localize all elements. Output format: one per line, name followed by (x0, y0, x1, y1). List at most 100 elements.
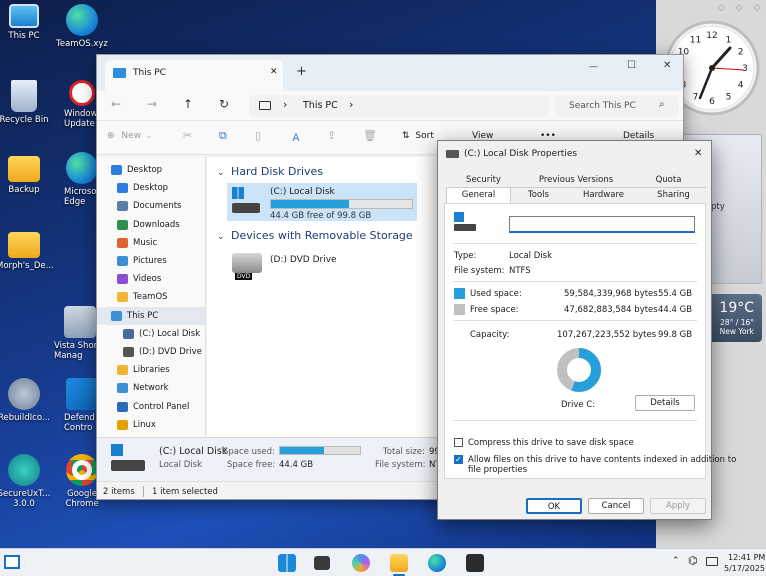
desktop-icon-backup[interactable]: Backup (0, 156, 52, 195)
nav-item[interactable]: Documents (97, 197, 205, 215)
tab-security[interactable]: Security (446, 173, 521, 187)
nav-item[interactable]: Downloads (97, 216, 205, 234)
nav-item[interactable]: TeamOS (97, 288, 205, 306)
nav-item-label: Linux (133, 419, 156, 430)
delete-icon[interactable]: 🗑 (363, 129, 377, 142)
dialog-close-button[interactable]: ✕ (694, 148, 702, 159)
nav-item[interactable]: (D:) DVD Drive (97, 343, 205, 361)
monitor-icon (9, 4, 39, 28)
desktop-icon-teamos[interactable]: TeamOS.xyz (54, 4, 110, 49)
desktop-icon-rebuildicons[interactable]: RebuildIco... (0, 378, 52, 423)
cut-icon[interactable]: ✂ (183, 129, 192, 142)
tab-sharing[interactable]: Sharing (641, 188, 706, 202)
new-tab-button[interactable]: + (296, 64, 307, 79)
tool-icon (8, 378, 40, 410)
desktop-icon-morphs[interactable]: Morph's_De... (0, 232, 54, 271)
sort-button[interactable]: ⇅ Sort (402, 131, 434, 141)
tab-tools[interactable]: Tools (511, 188, 566, 202)
network-icon[interactable]: ⌬ (688, 554, 698, 567)
close-tab-icon[interactable]: ✕ (270, 67, 278, 77)
paste-icon[interactable]: ▯ (255, 129, 261, 142)
close-window-button[interactable]: ✕ (663, 60, 671, 71)
apply-button[interactable]: Apply (650, 498, 706, 514)
clock-date[interactable]: 5/17/2025 (724, 564, 765, 573)
clock-number: 1 (726, 35, 732, 45)
drive-d-item[interactable]: DVD (D:) DVD Drive (227, 249, 417, 285)
nav-item[interactable]: Network (97, 379, 205, 397)
edge-taskbar-icon[interactable] (428, 554, 446, 572)
tab-previous-versions[interactable]: Previous Versions (521, 173, 631, 187)
nav-item[interactable]: Control Panel (97, 398, 205, 416)
drive-c-item[interactable]: (C:) Local Disk 44.4 GB free of 99.8 GB (227, 183, 417, 221)
nav-item[interactable]: Desktop (97, 179, 205, 197)
nav-item[interactable]: Linux (97, 416, 205, 434)
tab-this-pc[interactable]: This PC ✕ (105, 60, 283, 91)
rename-icon[interactable]: Ａ (291, 129, 301, 144)
group-header-removable-storage[interactable]: ⌄ Devices with Removable Storage (217, 229, 413, 242)
back-arrow-icon[interactable]: ← (111, 97, 121, 111)
tab-hardware[interactable]: Hardware (566, 188, 641, 202)
type-value: Local Disk (509, 251, 552, 261)
clock-time[interactable]: 12:41 PM (728, 553, 765, 562)
breadcrumb[interactable]: › This PC › (249, 95, 549, 117)
start-icon[interactable] (278, 554, 296, 572)
clock-number: 7 (693, 93, 699, 103)
details-drive-name: (C:) Local Disk (159, 446, 228, 457)
show-desktop-icon[interactable] (4, 555, 20, 569)
volume-name-input[interactable] (509, 216, 695, 233)
up-arrow-icon[interactable]: ↑ (183, 97, 193, 111)
monitor-icon (113, 68, 126, 78)
weather-city: New York (719, 327, 754, 336)
nav-item[interactable]: This PC (97, 306, 205, 325)
desktop-icon-recycle-bin[interactable]: Recycle Bin (0, 80, 52, 125)
chevron-down-icon: ⌄ (145, 132, 152, 140)
monitor-tray-icon[interactable] (706, 557, 718, 566)
nav-item-icon (111, 165, 122, 175)
nav-item[interactable]: Libraries (97, 361, 205, 379)
store-taskbar-icon[interactable] (466, 554, 484, 572)
nav-item[interactable]: Desktop (97, 161, 205, 179)
file-explorer-taskbar-icon[interactable] (390, 554, 408, 572)
desktop-icon-secureux[interactable]: SecureUxT... 3.0.0 (0, 454, 52, 509)
copy-icon[interactable]: ⧉ (219, 129, 227, 143)
refresh-icon[interactable]: ↻ (219, 97, 229, 111)
group-header-hard-disk-drives[interactable]: ⌄ Hard Disk Drives (217, 165, 323, 178)
nav-item[interactable]: Videos (97, 270, 205, 288)
nav-item[interactable]: Music (97, 234, 205, 252)
copilot-icon[interactable] (352, 554, 370, 572)
chevron-up-icon[interactable]: ⌃ (672, 556, 680, 566)
cancel-button[interactable]: Cancel (588, 498, 644, 514)
index-checkbox[interactable]: ✓ (454, 455, 463, 464)
breadcrumb-this-pc[interactable]: This PC (303, 100, 338, 111)
ok-button[interactable]: OK (526, 498, 582, 514)
search-input[interactable]: Search This PC ⌕ (555, 95, 679, 117)
nav-item-label: Network (133, 383, 169, 394)
nav-item-label: Desktop (127, 165, 163, 175)
nav-item[interactable]: Pictures (97, 252, 205, 270)
capacity-bytes: 107,267,223,552 bytes (557, 330, 657, 340)
nav-item-label: (C:) Local Disk (139, 328, 201, 339)
nav-item[interactable]: (C:) Local Disk (97, 325, 205, 343)
address-bar-row: ← → ↑ ↻ › This PC › Search This PC ⌕ (97, 91, 683, 121)
tab-title: This PC (133, 68, 166, 78)
clock-number: 4 (738, 81, 744, 91)
compress-checkbox[interactable] (454, 438, 463, 447)
forward-arrow-icon[interactable]: → (147, 97, 157, 111)
task-view-icon[interactable] (314, 556, 330, 570)
secureux-icon (8, 454, 40, 486)
hard-drive-icon (111, 460, 145, 471)
dvd-badge: DVD (235, 273, 253, 280)
maximize-button[interactable]: ☐ (627, 60, 636, 71)
details-button[interactable]: Details (635, 395, 695, 411)
tab-quota[interactable]: Quota (631, 173, 706, 187)
chevron-down-icon: ⌄ (217, 232, 225, 242)
minimize-button[interactable]: — (589, 62, 598, 72)
desktop-icon-this-pc[interactable]: This PC (0, 4, 52, 41)
edge-icon (66, 152, 98, 184)
share-icon[interactable]: ⇪ (327, 129, 336, 142)
tab-general[interactable]: General (446, 187, 511, 204)
folder-icon (8, 232, 40, 258)
clock-number: 3 (742, 64, 748, 74)
new-button[interactable]: ⊕ New ⌄ (107, 131, 152, 141)
properties-dialog[interactable]: (C:) Local Disk Properties ✕ Security Pr… (437, 140, 736, 520)
